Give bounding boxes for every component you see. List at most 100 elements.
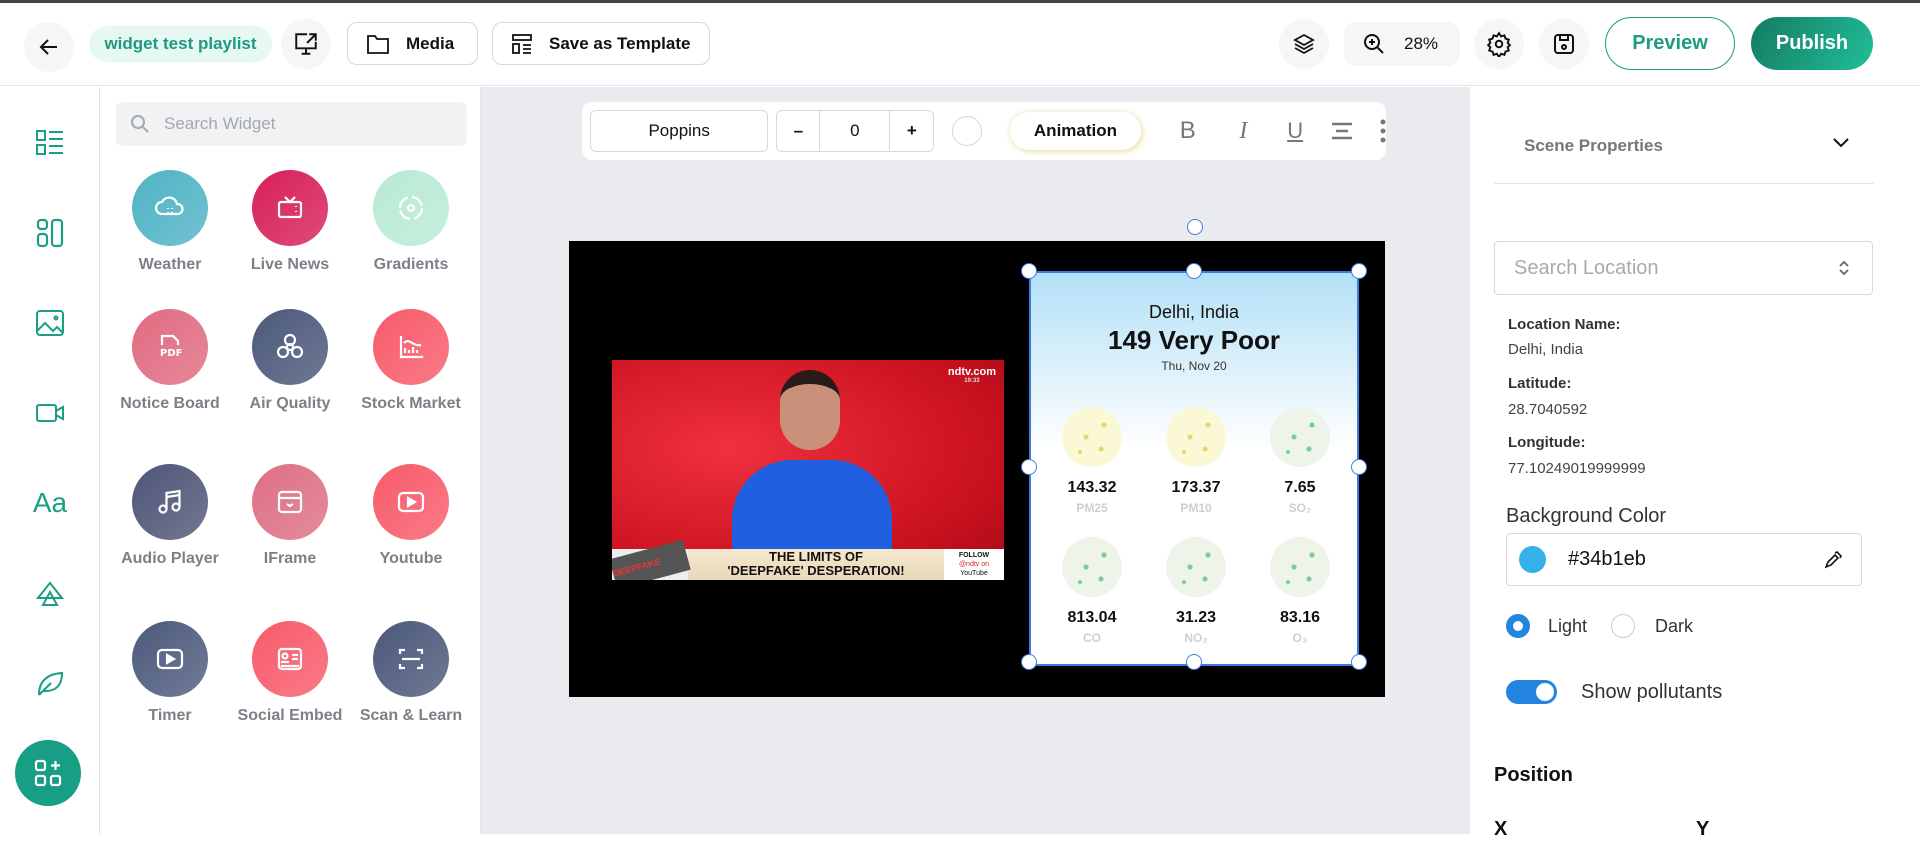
widget-label: Air Quality <box>249 395 331 412</box>
rotate-handle[interactable] <box>1187 219 1203 235</box>
video-nav-icon[interactable] <box>30 393 70 433</box>
pollutant-indicator-icon <box>1062 407 1122 467</box>
play-icon <box>132 621 208 697</box>
chevron-down-icon <box>1832 136 1850 148</box>
resize-handle-n[interactable] <box>1186 263 1202 279</box>
resize-handle-ne[interactable] <box>1351 263 1367 279</box>
decrease-size-button[interactable]: – <box>777 110 821 152</box>
pollutant-indicator-icon <box>1270 537 1330 597</box>
music-icon <box>132 464 208 540</box>
resize-handle-se[interactable] <box>1351 654 1367 670</box>
gear-icon <box>1486 31 1512 57</box>
resize-handle-sw[interactable] <box>1021 654 1037 670</box>
italic-button[interactable]: I <box>1229 118 1259 145</box>
align-icon[interactable] <box>1330 121 1354 141</box>
shapes-nav-icon[interactable] <box>30 574 70 614</box>
pollutant-value: 813.04 <box>1067 609 1117 626</box>
zoom-control[interactable]: 28% <box>1344 22 1460 66</box>
longitude-label: Longitude: <box>1508 434 1586 451</box>
pollutant-value: 7.65 <box>1284 479 1316 496</box>
layouts-nav-icon[interactable] <box>30 123 70 163</box>
arrow-left-icon <box>37 35 61 59</box>
search-icon <box>130 114 150 134</box>
underline-button[interactable]: U <box>1280 118 1310 144</box>
resize-handle-nw[interactable] <box>1021 263 1037 279</box>
media-button[interactable]: Media <box>347 22 478 65</box>
preview-button[interactable]: Preview <box>1605 17 1735 70</box>
save-button[interactable] <box>1539 19 1589 69</box>
save-template-label: Save as Template <box>549 33 691 53</box>
fan-icon <box>252 309 328 385</box>
resize-handle-e[interactable] <box>1351 459 1367 475</box>
pollutant-label: PM10 <box>1180 501 1212 515</box>
media-label: Media <box>406 33 455 53</box>
resize-handle-s[interactable] <box>1186 654 1202 670</box>
tv-icon <box>252 170 328 246</box>
color-swatch[interactable] <box>1519 546 1546 573</box>
resize-handle-w[interactable] <box>1021 459 1037 475</box>
font-size-stepper: – 0 + <box>776 110 935 152</box>
widget-label: Social Embed <box>237 707 343 724</box>
animation-button[interactable]: Animation <box>1010 112 1141 150</box>
x-label: X <box>1494 818 1508 840</box>
widgets-grid-nav-icon[interactable] <box>30 213 70 253</box>
widget-label: Notice Board <box>120 395 220 412</box>
eyedropper-icon[interactable] <box>1823 550 1843 570</box>
show-pollutants-label: Show pollutants <box>1581 680 1723 703</box>
air-quality-widget[interactable]: Delhi, India 149 Very Poor Thu, Nov 20 1… <box>1029 271 1359 666</box>
widget-label: Stock Market <box>361 395 461 412</box>
zoom-level: 28% <box>1404 34 1439 53</box>
leaf-nav-icon[interactable] <box>30 663 70 703</box>
widget-search-input[interactable]: Search Widget <box>116 102 467 146</box>
show-pollutants-row: Show pollutants <box>1506 680 1722 704</box>
chevron-updown-icon <box>1838 259 1850 277</box>
search-placeholder: Search Widget <box>164 114 276 133</box>
pollutant-1: 173.37 PM10 <box>1144 407 1248 515</box>
y-label: Y <box>1696 818 1710 840</box>
gradient-icon <box>373 170 449 246</box>
scene-properties-header[interactable]: Scene Properties <box>1494 120 1874 184</box>
id-card-icon <box>252 621 328 697</box>
widget-label: Youtube <box>379 550 443 567</box>
show-pollutants-toggle[interactable] <box>1506 680 1557 704</box>
iframe-icon <box>252 464 328 540</box>
layers-button[interactable] <box>1279 19 1329 69</box>
settings-button[interactable] <box>1474 19 1524 69</box>
widget-label: Audio Player <box>121 550 219 567</box>
location-name-label: Location Name: <box>1508 316 1621 333</box>
pollutant-value: 173.37 <box>1171 479 1221 496</box>
text-color-swatch[interactable] <box>952 116 983 146</box>
font-size-input[interactable]: 0 <box>820 110 891 152</box>
pollutant-3: 813.04 CO <box>1040 537 1144 645</box>
increase-size-button[interactable]: + <box>890 110 933 152</box>
pollutant-label: CO <box>1083 631 1101 645</box>
cast-screen-button[interactable] <box>281 19 331 69</box>
save-as-template-button[interactable]: Save as Template <box>492 22 710 65</box>
aq-date: Thu, Nov 20 <box>1161 359 1227 373</box>
back-button[interactable] <box>24 22 74 72</box>
youtube-icon <box>373 464 449 540</box>
text-nav-icon[interactable]: Aa <box>30 483 70 523</box>
widget-label: Scan & Learn <box>359 707 463 724</box>
publish-button[interactable]: Publish <box>1751 17 1873 70</box>
apps-add-icon <box>34 759 62 787</box>
bold-button[interactable]: B <box>1173 117 1203 145</box>
deepfake-tag: DEEPFAKE <box>612 539 691 580</box>
aq-index: 149 Very Poor <box>1108 325 1280 355</box>
dark-radio[interactable] <box>1611 614 1636 638</box>
search-location-input[interactable]: Search Location <box>1494 241 1873 295</box>
latitude-value: 28.7040592 <box>1508 401 1588 418</box>
widget-label: IFrame <box>263 550 317 567</box>
light-radio[interactable] <box>1506 614 1530 638</box>
follow-badge: FOLLOW @ndtv on YouTube <box>944 549 1004 580</box>
add-widget-button[interactable] <box>15 740 81 806</box>
pollutant-label: SO₂ <box>1288 501 1312 515</box>
left-icon-rail: Aa <box>0 87 100 834</box>
background-color-input[interactable]: #34b1eb <box>1506 533 1862 586</box>
more-options-icon[interactable] <box>1380 119 1386 143</box>
playlist-name[interactable]: widget test playlist <box>89 26 272 62</box>
image-nav-icon[interactable] <box>30 303 70 343</box>
live-news-video[interactable]: ndtv.com 19:33 DEEPFAKE THE LIMITS OF 'DEE… <box>612 360 1004 580</box>
dark-label: Dark <box>1655 615 1694 636</box>
font-family-select[interactable]: Poppins <box>590 110 769 152</box>
